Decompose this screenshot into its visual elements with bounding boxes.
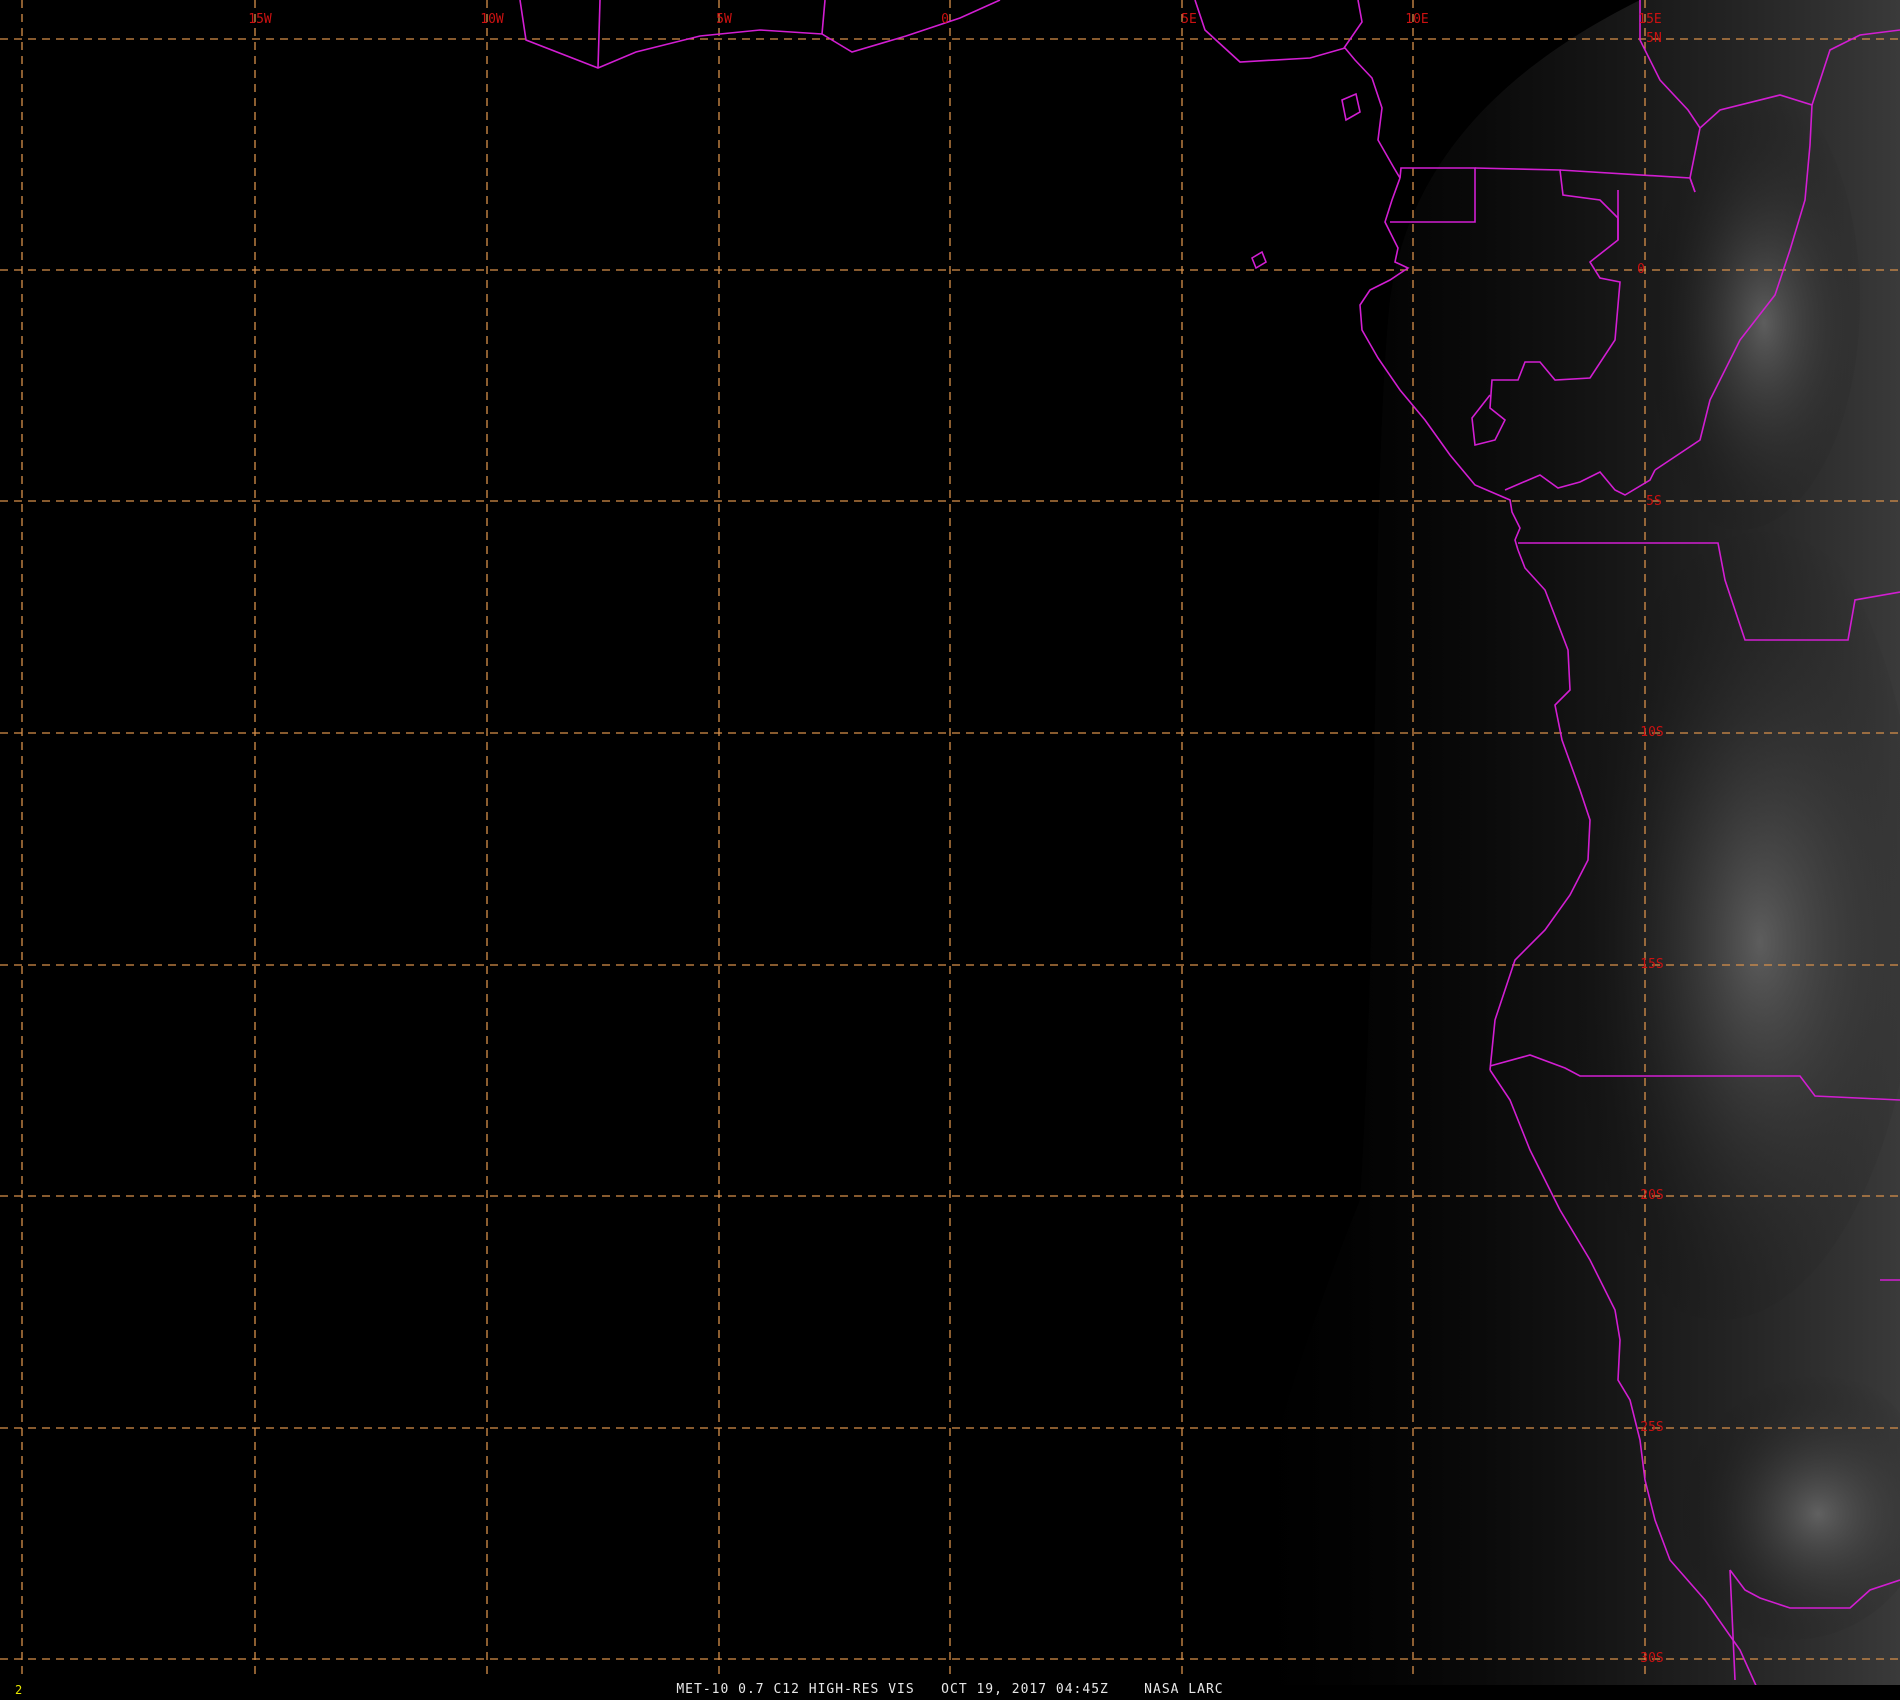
- lat-label: 30S: [1640, 1651, 1663, 1666]
- lon-label: 10E: [1405, 12, 1428, 27]
- lat-label: 15S: [1640, 957, 1663, 972]
- lon-label: 15E: [1638, 12, 1661, 27]
- lon-label: 15W: [248, 12, 272, 27]
- image-caption: MET-10 0.7 C12 HIGH-RES VIS OCT 19, 2017…: [676, 1682, 1224, 1697]
- lat-label: 5N: [1646, 31, 1662, 46]
- lon-label: 0: [941, 12, 949, 27]
- satellite-map: 15W 10W 5W 0 5E 10E 15E 5N 0 5S 10S 15S …: [0, 0, 1900, 1700]
- lat-label: 20S: [1640, 1188, 1663, 1203]
- lon-label: 5E: [1181, 12, 1197, 27]
- lat-label: 5S: [1646, 494, 1662, 509]
- lon-label: 5W: [716, 12, 732, 27]
- lat-label: 0: [1637, 262, 1645, 277]
- cloud-field: [1620, 70, 1860, 530]
- lon-label: 10W: [480, 12, 504, 27]
- lat-label: 10S: [1640, 725, 1663, 740]
- lat-label: 25S: [1640, 1420, 1663, 1435]
